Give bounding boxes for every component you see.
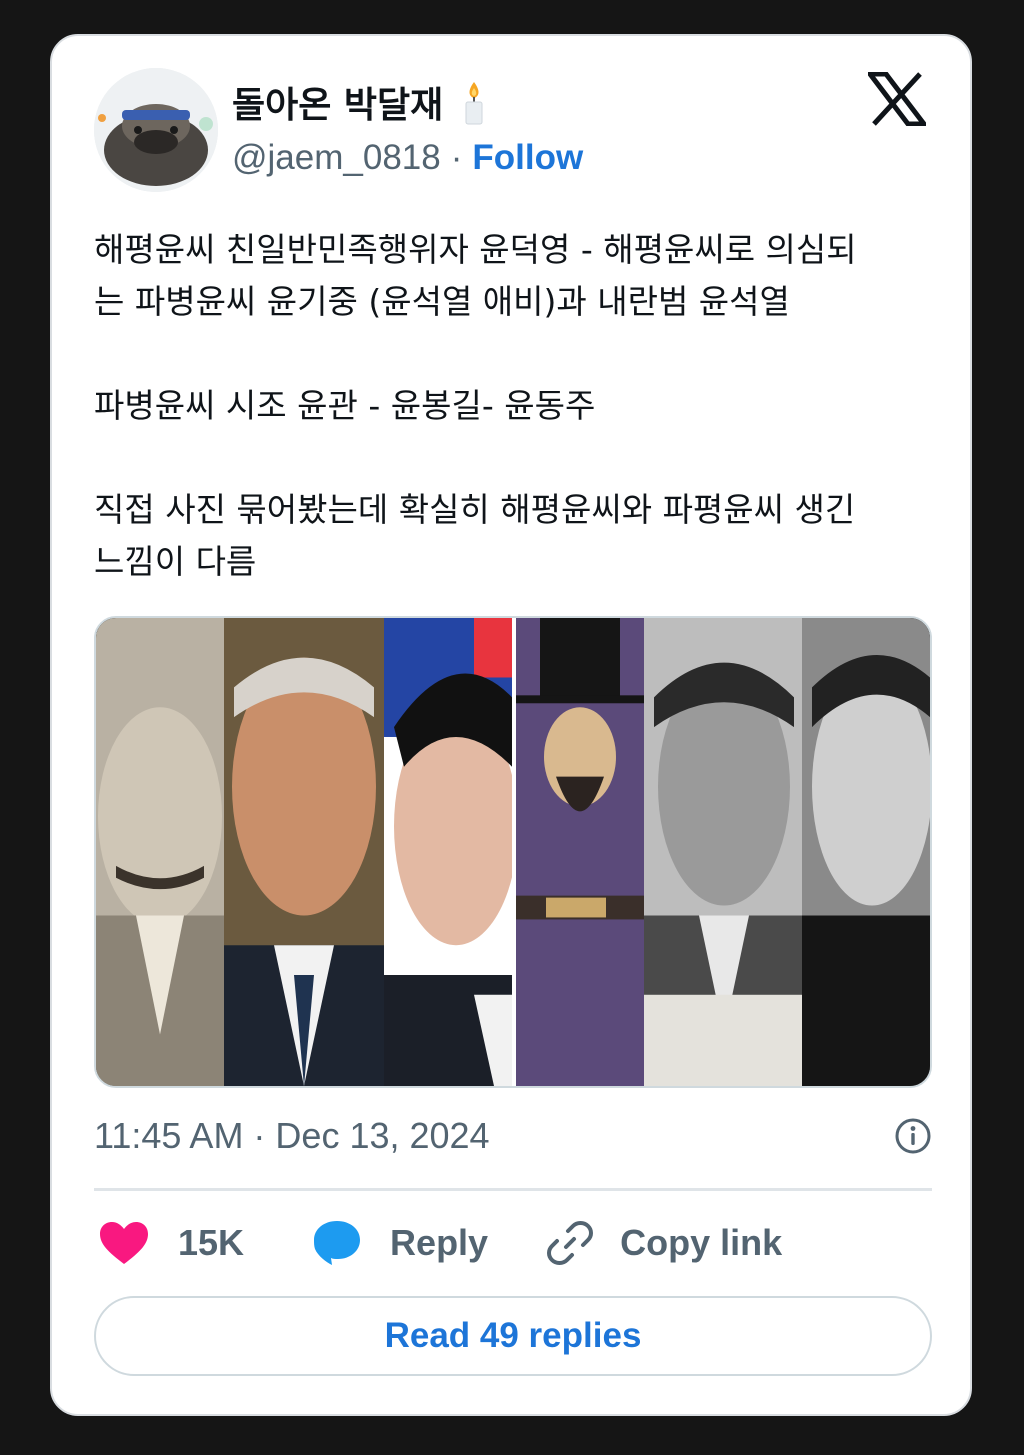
- timestamp[interactable]: 11:45 AM · Dec 13, 2024: [94, 1115, 490, 1157]
- portrait-3: [384, 618, 512, 1086]
- x-logo-icon[interactable]: [868, 72, 926, 126]
- tweet-line: 직접 사진 묶어봤는데 확실히 해평윤씨와 파평윤씨 생긴: [94, 490, 856, 529]
- tweet-line: 느낌이 다름: [94, 542, 257, 581]
- tweet-card: 돌아온 박달재 @jaem_0818 · Follow 해평윤씨 친일반민족행위…: [50, 34, 972, 1416]
- portrait-1: [96, 618, 224, 1086]
- author-display-name[interactable]: 돌아온 박달재: [232, 76, 443, 128]
- heart-icon: [100, 1222, 148, 1264]
- info-icon[interactable]: [894, 1117, 932, 1155]
- like-count: 15K: [178, 1222, 245, 1263]
- link-icon: [547, 1221, 594, 1265]
- reply-button[interactable]: Reply: [312, 1219, 488, 1267]
- copy-link-label: Copy link: [620, 1222, 783, 1263]
- tweet-line: 파병윤씨 시조 윤관 - 윤봉길- 윤동주: [94, 386, 596, 425]
- portrait-4: [516, 618, 644, 1086]
- portrait-5: [644, 618, 802, 1086]
- tweet-line: 해평윤씨 친일반민족행위자 윤덕영 - 해평윤씨로 의심되: [94, 230, 857, 269]
- portrait-6: [802, 618, 930, 1086]
- tweet-line: 는 파병윤씨 윤기중 (윤석열 애비)과 내란범 윤석열: [94, 282, 790, 321]
- reply-label: Reply: [390, 1222, 489, 1263]
- portrait-2: [224, 618, 384, 1086]
- tweet-media[interactable]: [94, 616, 932, 1088]
- author-name-row: 돌아온 박달재: [232, 80, 489, 126]
- handle-separator: ·: [450, 138, 463, 177]
- author-handle[interactable]: @jaem_0818: [232, 138, 441, 178]
- author-handle-row: @jaem_0818 · Follow: [232, 136, 583, 180]
- divider: [94, 1188, 932, 1191]
- follow-button[interactable]: Follow: [472, 138, 583, 178]
- reply-bubble-icon: [314, 1221, 361, 1265]
- like-button[interactable]: 15K: [98, 1220, 244, 1266]
- timestamp-row: 11:45 AM · Dec 13, 2024: [94, 1114, 932, 1158]
- candle-icon: [465, 82, 483, 125]
- action-bar: 15K Reply Copy link: [98, 1216, 782, 1270]
- avatar[interactable]: [94, 68, 218, 192]
- read-replies-button[interactable]: Read 49 replies: [94, 1296, 932, 1376]
- tweet-text: 해평윤씨 친일반민족행위자 윤덕영 - 해평윤씨로 의심되 는 파병윤씨 윤기중…: [94, 224, 934, 588]
- copy-link-button[interactable]: Copy link: [546, 1219, 782, 1267]
